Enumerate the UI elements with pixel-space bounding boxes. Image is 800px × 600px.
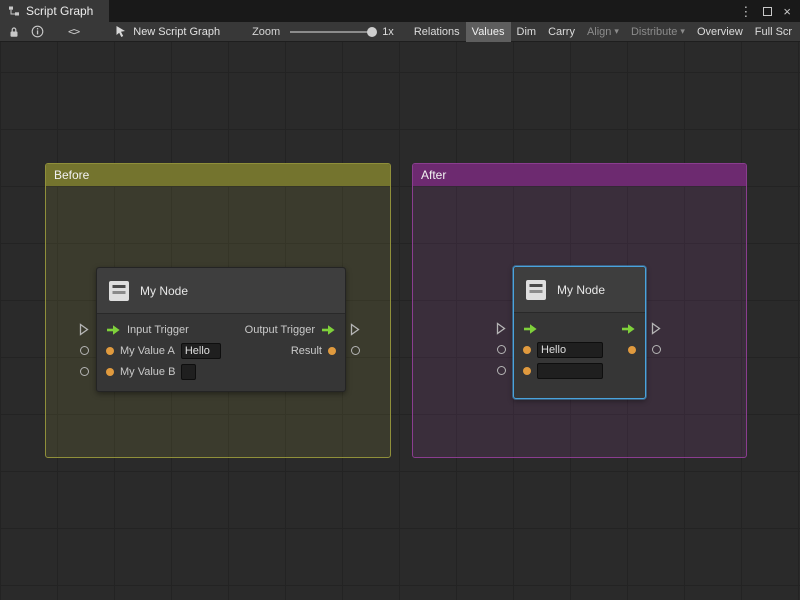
chevron-down-icon: ▾ bbox=[680, 26, 685, 37]
value-a-port-row bbox=[514, 339, 645, 360]
value-a-label: My Value A bbox=[120, 345, 175, 357]
relations-button[interactable]: Relations bbox=[408, 22, 466, 42]
close-icon[interactable]: × bbox=[783, 5, 791, 18]
input-trigger-icon[interactable] bbox=[523, 323, 538, 335]
external-value-b-port[interactable] bbox=[80, 367, 89, 376]
graph-asset-icon bbox=[115, 25, 127, 38]
output-trigger-label: Output Trigger bbox=[245, 324, 315, 336]
node-my-node-after[interactable]: My Node bbox=[513, 266, 646, 399]
toolbar-buttons: Relations Values Dim Carry Align ▾ Distr… bbox=[408, 22, 798, 42]
group-after-label: After bbox=[421, 168, 446, 182]
window-controls: ⋮ × bbox=[739, 0, 800, 22]
script-graph-icon bbox=[8, 5, 20, 17]
external-input-trigger-port[interactable] bbox=[79, 323, 89, 336]
node-title: My Node bbox=[140, 284, 188, 298]
node-header[interactable]: My Node bbox=[97, 268, 345, 314]
graph-toolbar: <> New Script Graph Zoom 1x Relations Va… bbox=[0, 22, 800, 42]
node-port-rows: Input Trigger Output Trigger My Value A … bbox=[97, 314, 345, 382]
value-b-input[interactable] bbox=[181, 364, 196, 380]
value-b-port-icon[interactable] bbox=[523, 367, 531, 375]
external-value-a-port[interactable] bbox=[80, 346, 89, 355]
external-result-port[interactable] bbox=[652, 345, 661, 354]
group-before-header[interactable]: Before bbox=[46, 164, 390, 186]
graph-canvas[interactable]: Before After My Node Input Trigger Out bbox=[0, 42, 800, 600]
trigger-port-row: Input Trigger Output Trigger bbox=[97, 319, 345, 340]
align-dropdown[interactable]: Align ▾ bbox=[581, 22, 625, 42]
external-output-trigger-port[interactable] bbox=[350, 323, 360, 336]
overview-button[interactable]: Overview bbox=[691, 22, 749, 42]
graph-name: New Script Graph bbox=[133, 26, 220, 38]
input-trigger-icon[interactable] bbox=[106, 324, 121, 336]
zoom-slider-knob[interactable] bbox=[367, 27, 377, 37]
output-trigger-icon[interactable] bbox=[321, 324, 336, 336]
external-value-b-port[interactable] bbox=[497, 366, 506, 375]
value-a-input[interactable] bbox=[537, 342, 603, 358]
value-b-port-row: My Value B bbox=[97, 361, 345, 382]
zoom-slider[interactable] bbox=[290, 31, 374, 33]
external-value-a-port[interactable] bbox=[497, 345, 506, 354]
zoom-value: 1x bbox=[382, 26, 394, 38]
trigger-port-row bbox=[514, 318, 645, 339]
group-after-header[interactable]: After bbox=[413, 164, 746, 186]
external-input-trigger-port[interactable] bbox=[496, 322, 506, 335]
dim-button[interactable]: Dim bbox=[511, 22, 543, 42]
result-port-icon[interactable] bbox=[328, 347, 336, 355]
value-a-port-row: My Value A Result bbox=[97, 340, 345, 361]
maximize-icon[interactable] bbox=[763, 7, 772, 16]
value-a-port-icon[interactable] bbox=[523, 346, 531, 354]
node-icon bbox=[524, 279, 548, 301]
value-b-label: My Value B bbox=[120, 366, 175, 378]
result-label: Result bbox=[291, 345, 322, 357]
external-output-trigger-port[interactable] bbox=[651, 322, 661, 335]
info-icon[interactable] bbox=[31, 25, 44, 38]
distribute-label: Distribute bbox=[631, 26, 677, 38]
group-before-label: Before bbox=[54, 168, 89, 182]
external-result-port[interactable] bbox=[351, 346, 360, 355]
tab-title: Script Graph bbox=[26, 4, 93, 18]
output-trigger-icon[interactable] bbox=[621, 323, 636, 335]
value-b-port-row bbox=[514, 360, 645, 381]
title-bar: Script Graph ⋮ × bbox=[0, 0, 800, 22]
node-header[interactable]: My Node bbox=[514, 267, 645, 313]
node-title: My Node bbox=[557, 283, 605, 297]
result-port-icon[interactable] bbox=[628, 346, 636, 354]
node-port-rows bbox=[514, 313, 645, 381]
value-a-input[interactable] bbox=[181, 343, 221, 359]
carry-button[interactable]: Carry bbox=[542, 22, 581, 42]
lock-icon[interactable] bbox=[8, 26, 20, 38]
values-button[interactable]: Values bbox=[466, 22, 511, 42]
align-label: Align bbox=[587, 26, 611, 38]
tab-script-graph[interactable]: Script Graph bbox=[0, 0, 109, 22]
value-b-port-icon[interactable] bbox=[106, 368, 114, 376]
chevron-down-icon: ▾ bbox=[614, 26, 619, 37]
value-b-input[interactable] bbox=[537, 363, 603, 379]
value-a-port-icon[interactable] bbox=[106, 347, 114, 355]
node-icon bbox=[107, 280, 131, 302]
fullscreen-button[interactable]: Full Scr bbox=[749, 22, 798, 42]
zoom-label: Zoom bbox=[252, 26, 280, 38]
window-menu-icon[interactable]: ⋮ bbox=[739, 5, 752, 18]
code-icon[interactable]: <> bbox=[68, 25, 79, 38]
input-trigger-label: Input Trigger bbox=[127, 324, 189, 336]
node-my-node-before[interactable]: My Node Input Trigger Output Trigger My … bbox=[96, 267, 346, 392]
distribute-dropdown[interactable]: Distribute ▾ bbox=[625, 22, 691, 42]
